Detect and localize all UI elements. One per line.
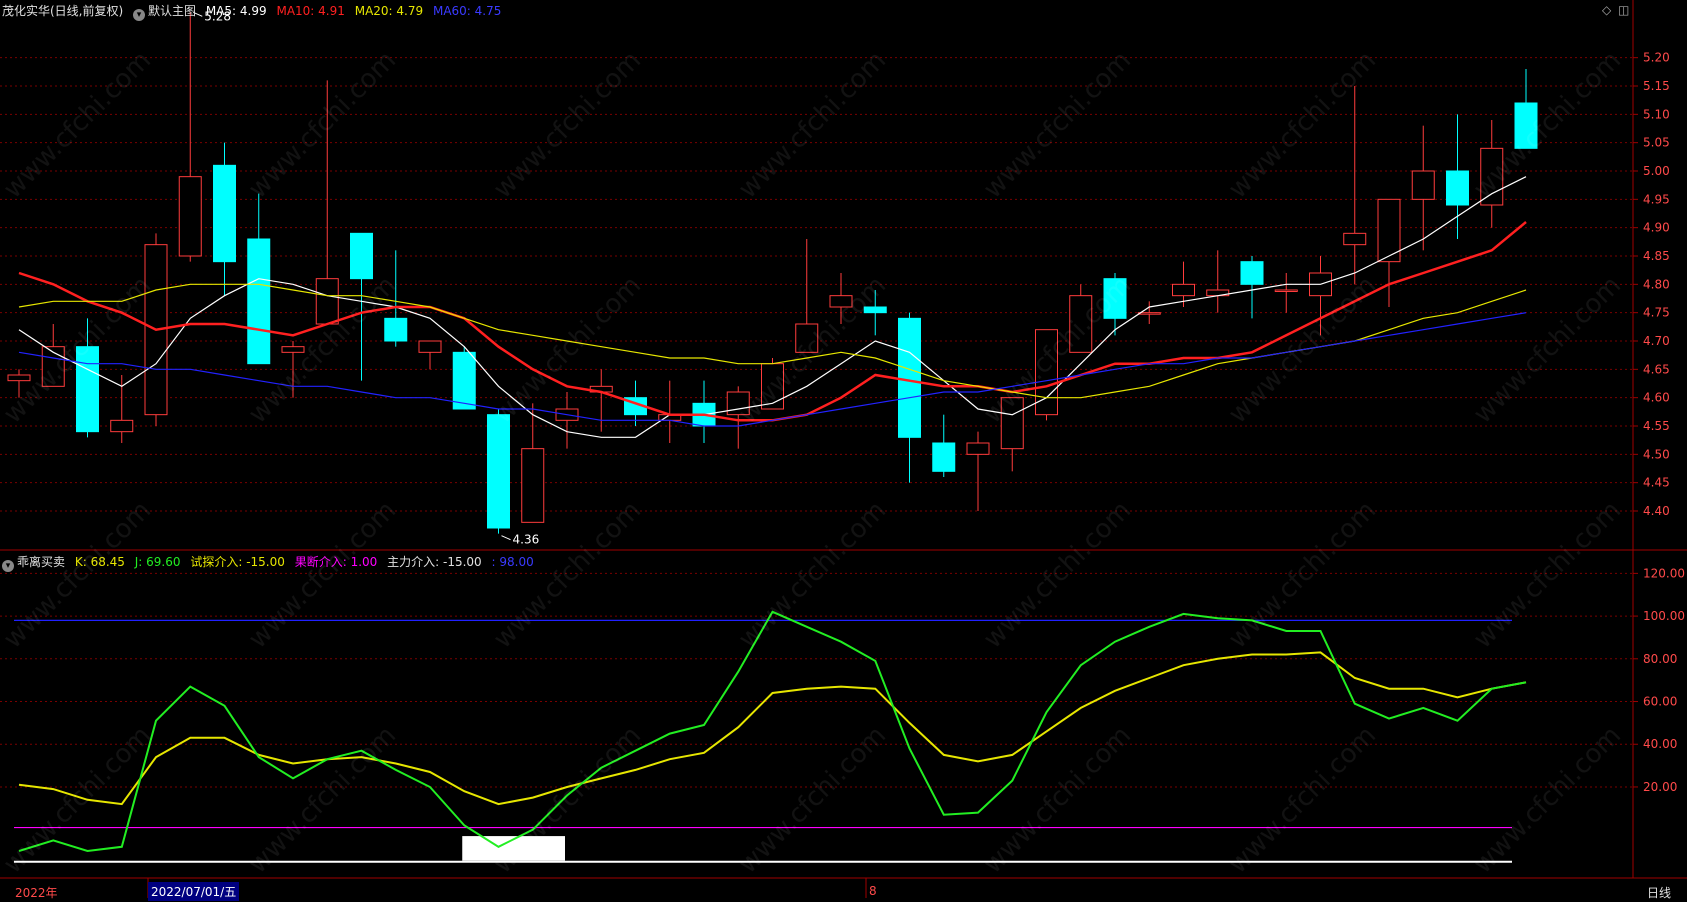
price-tick-label: 4.70 [1643,334,1670,348]
candle-body [487,414,510,529]
stock-title[interactable]: 茂化实华(日线,前复权) [2,4,123,18]
window-icon[interactable]: ◫ [1618,3,1629,17]
indicator-line-k [18,651,1527,806]
candle-body [1446,170,1469,206]
price-tick-label: 5.20 [1643,51,1670,65]
candle-body [726,391,750,416]
indicator-tick-label: 120.00 [1643,566,1685,580]
candle-body [1069,295,1093,353]
indicator-tick-label: 60.00 [1643,695,1677,709]
main-chart-selector[interactable]: 默认主图 [148,4,196,18]
k-value: K: 68.45 [74,555,125,569]
cursor-date: 2022/07/01/五 [148,882,240,901]
chevron-down-icon[interactable]: ▾ [2,560,14,572]
candle-body [350,232,373,280]
ma10-value: MA10: 4.91 [276,4,345,18]
price-tick-label: 4.95 [1643,192,1670,206]
chevron-down-icon[interactable]: ▾ [133,9,146,21]
candle-body [247,238,271,365]
candle-body [1240,261,1264,285]
candle-body [932,442,956,472]
price-tick-label: 4.80 [1643,277,1670,291]
price-tick-label: 4.65 [1643,362,1670,376]
ma20-value: MA20: 4.79 [354,4,424,18]
candle-body [1480,147,1504,206]
price-tick-label: 5.05 [1643,136,1670,150]
month-label: 8 [869,884,877,898]
price-tick-label: 5.10 [1643,107,1670,121]
candle-body [521,448,545,523]
indicator-title[interactable]: 乖离买卖 [17,555,65,569]
candle-body [1103,278,1127,319]
annotation-arrow [501,535,511,541]
indicator-tick-label: 100.00 [1643,609,1685,623]
candle-body [452,351,476,410]
indicator-tick-label: 80.00 [1643,652,1677,666]
price-tick-label: 4.85 [1643,249,1670,263]
year-label: 2022年 [15,886,58,900]
candle-body [1000,397,1024,450]
chart-canvas[interactable]: 5.20 5.15 5.10 5.05 5.00 4.95 4.90 4.85 4.80 4.75… [0,0,1687,902]
ma60-value: MA60: 4.75 [432,4,502,18]
price-annotation: 4.36 [513,533,540,547]
indicator-header: ▾ 乖离买卖 K: 68.45 J: 69.60 试探介入: -15.00 果断介… [2,553,540,572]
decisive-in-value: 果断介入: 1.00 [294,555,378,569]
candle-body [213,164,236,263]
candle-body [898,317,921,438]
candle-body [1411,170,1435,200]
candle-body [1343,232,1367,246]
indicator-line-j [18,610,1527,853]
ma5-value: MA5: 4.99 [205,4,267,18]
candle-body [761,363,784,410]
j-value: J: 69.60 [134,555,181,569]
diamond-icon[interactable]: ◇ [1602,3,1611,17]
candle-body [110,419,134,433]
price-tick-label: 4.90 [1643,221,1670,235]
candle-body [384,317,408,342]
price-tick-label: 4.45 [1643,476,1670,490]
candle-body [966,442,990,455]
main-chart-header: 茂化实华(日线,前复权) ▾ 默认主图 MA5: 4.99 MA10: 4.91 … [2,2,507,21]
candle-body [829,295,853,308]
candle-body [76,346,99,433]
candle-body [7,374,31,382]
last-value: : 98.00 [491,555,534,569]
candle-body [418,340,442,353]
price-tick-label: 4.50 [1643,447,1670,461]
main-in-value: 主力介入: -15.00 [387,555,482,569]
indicator-tick-label: 20.00 [1643,780,1677,794]
candle-body [863,306,887,314]
candle-body [315,278,339,325]
period-button[interactable]: 日线 [1647,884,1671,901]
candle-body [281,346,305,353]
candle-body [178,176,202,257]
candle-body [1514,102,1538,149]
price-tick-label: 5.15 [1643,79,1670,93]
price-tick-label: 4.55 [1643,419,1670,433]
indicator-tick-label: 40.00 [1643,737,1677,751]
try-in-value: 试探介入: -15.00 [190,555,285,569]
candle-body [1274,289,1298,292]
candle-body [1137,312,1161,315]
candle-body [1172,283,1195,297]
price-tick-label: 4.40 [1643,504,1670,518]
candle-body [795,323,819,353]
price-tick-label: 4.75 [1643,306,1670,320]
price-tick-label: 4.60 [1643,391,1670,405]
price-tick-label: 5.00 [1643,164,1670,178]
